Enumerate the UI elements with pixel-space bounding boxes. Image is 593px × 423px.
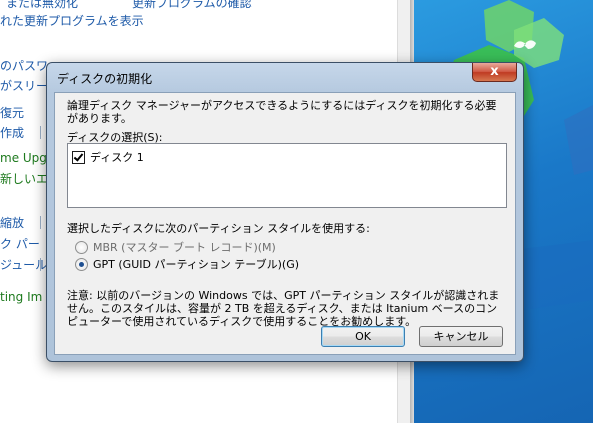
bg-link-toggle[interactable]: または無効化 — [6, 0, 78, 11]
mbr-option[interactable]: MBR (マスター ブート レコード)(M) — [75, 239, 276, 255]
mbr-radio[interactable] — [75, 240, 88, 254]
close-button[interactable]: x — [472, 63, 517, 82]
dialog-client-area: 論理ディスク マネージャーがアクセスできるようにするにはディスクを初期化する必要… — [54, 92, 516, 355]
bg-link-anytime-upgrade[interactable]: me Upgr — [0, 151, 52, 165]
bg-link-installed-updates[interactable]: れた更新プログラムを表示 — [0, 12, 144, 29]
gpt-label: GPT (GUID パーティション テーブル)(G) — [93, 258, 300, 271]
bg-link-disk-partition[interactable]: ク パー — [0, 235, 40, 252]
bg-separator — [40, 258, 41, 271]
initialize-disk-dialog: ディスクの初期化 x 論理ディスク マネージャーがアクセスできるようにするにはデ… — [46, 62, 524, 362]
bg-link-restore[interactable]: 復元 — [0, 104, 24, 121]
bg-link-check-updates[interactable]: 更新プログラムの確認 — [132, 0, 252, 11]
bg-link-sleep[interactable]: がスリー — [0, 77, 48, 94]
disk-1-label: ディスク 1 — [90, 151, 144, 164]
disk-list-item[interactable]: ディスク 1 — [72, 149, 144, 165]
note-text: 注意: 以前のバージョンの Windows では、GPT パーティション スタイ… — [67, 289, 500, 328]
bg-separator — [40, 216, 41, 229]
bg-link-rating[interactable]: ting Im — [0, 290, 42, 304]
disk-1-checkbox[interactable] — [72, 150, 85, 164]
close-icon: x — [490, 64, 499, 79]
partition-style-label: 選択したディスクに次のパーティション スタイルを使用する: — [67, 222, 370, 235]
dialog-title: ディスクの初期化 — [57, 72, 153, 86]
cancel-button[interactable]: キャンセル — [419, 326, 503, 347]
gpt-option[interactable]: GPT (GUID パーティション テーブル)(G) — [75, 256, 299, 272]
mbr-label: MBR (マスター ブート レコード)(M) — [93, 241, 276, 254]
intro-text: 論理ディスク マネージャーがアクセスできるようにするにはディスクを初期化する必要… — [67, 99, 497, 125]
bg-link-new-edition[interactable]: 新しいエ — [0, 170, 48, 187]
bg-link-create[interactable]: 作成 — [0, 124, 24, 141]
gpt-radio[interactable] — [75, 257, 88, 271]
bg-link-shrink[interactable]: 縮放 — [0, 214, 24, 231]
disk-list[interactable]: ディスク 1 — [67, 143, 507, 208]
bg-separator — [40, 126, 41, 139]
ok-button[interactable]: OK — [321, 326, 405, 347]
